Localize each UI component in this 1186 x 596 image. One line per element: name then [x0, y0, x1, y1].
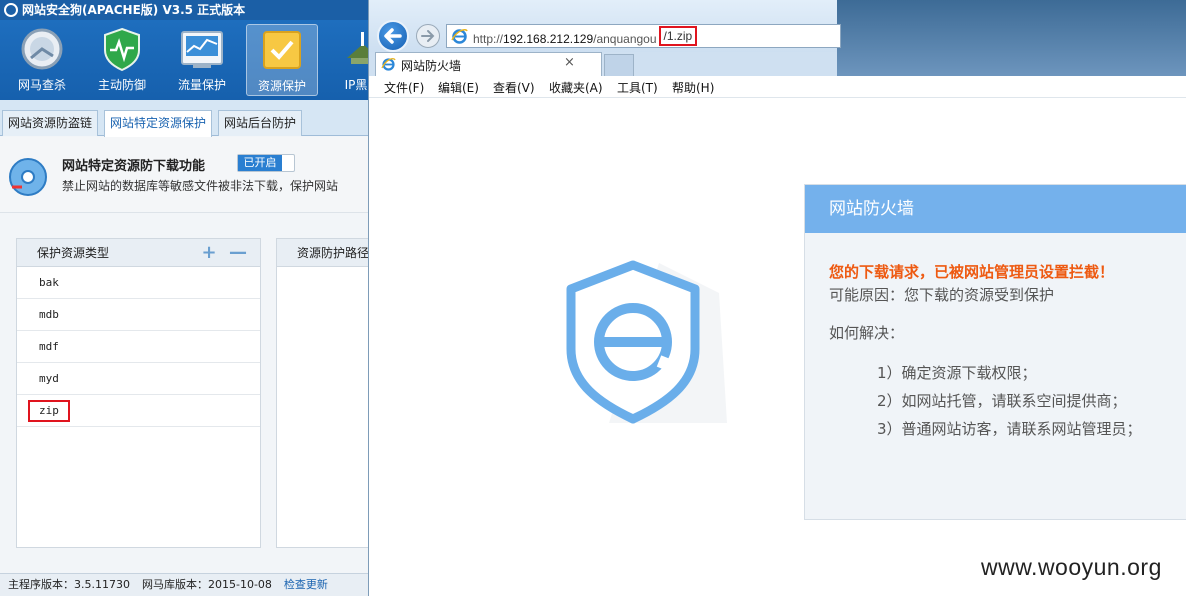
arrow-right-icon	[421, 30, 435, 42]
tab-admin-protection[interactable]: 网站后台防护	[218, 110, 303, 136]
toolbar-label: 流量保护	[177, 78, 226, 92]
browser-frame: http://192.168.212.129/anquangou/1.zip 网…	[369, 0, 1186, 76]
panel-title: 保护资源类型	[37, 246, 110, 260]
menu-favorites[interactable]: 收藏夹(A)	[549, 79, 603, 96]
firewall-shield-icon	[566, 260, 727, 424]
new-tab-button[interactable]	[604, 54, 634, 76]
url-path: /anquangou	[593, 32, 657, 46]
tab-title: 网站防火墙	[401, 59, 462, 73]
browser-window: http://192.168.212.129/anquangou/1.zip 网…	[368, 0, 1186, 596]
app-titlebar: 网站安全狗(APACHE版) V3.5 正式版本	[0, 0, 368, 20]
extension-label: myd	[39, 372, 59, 385]
traffic-chart-icon	[181, 31, 223, 68]
toolbar-label: 主动防御	[97, 78, 146, 92]
main-toolbar: 网马查杀 主动防御 流量保护 资源保护 IP黑	[0, 20, 368, 100]
arrow-left-icon	[384, 28, 402, 44]
resource-tabs: 网站资源防盗链 网站特定资源保护 网站后台防护	[0, 100, 368, 137]
toolbar-item-resource[interactable]: 资源保护	[246, 24, 318, 96]
feature-toggle[interactable]: 已开启	[237, 154, 295, 172]
close-icon[interactable]: ×	[564, 55, 575, 70]
extension-label: mdb	[39, 308, 59, 321]
menu-view[interactable]: 查看(V)	[493, 79, 535, 96]
browser-tab[interactable]: 网站防火墙 ×	[375, 52, 602, 76]
db-version: 网马库版本：2015-10-08	[141, 578, 272, 591]
status-bar: 主程序版本：3.5.11730 网马库版本：2015-10-08 检查更新	[0, 573, 368, 596]
url-file-highlight: /1.zip	[658, 26, 698, 46]
how-to-resolve: 如何解决：	[829, 324, 905, 342]
shield-icon	[104, 27, 140, 72]
block-alert: 您的下载请求，已被网站管理员设置拦截！	[829, 263, 1115, 281]
address-bar[interactable]: http://192.168.212.129/anquangou/1.zip	[446, 24, 841, 48]
tab-hotlink-protection[interactable]: 网站资源防盗链	[2, 110, 99, 136]
main-version: 主程序版本：3.5.11730	[8, 578, 130, 591]
url-text: http://192.168.212.129/anquangou/1.zip	[473, 26, 698, 49]
toolbar-label: 资源保护	[257, 79, 306, 93]
feature-title: 网站特定资源防下载功能	[62, 159, 206, 174]
menu-help[interactable]: 帮助(H)	[672, 79, 714, 96]
list-item[interactable]: myd	[17, 363, 260, 395]
menu-edit[interactable]: 编辑(E)	[438, 79, 479, 96]
tab-strip: 网站防火墙 ×	[369, 52, 1186, 76]
extension-label: mdf	[39, 340, 59, 353]
folder-icon	[263, 31, 301, 69]
forward-button[interactable]	[416, 24, 440, 48]
feature-header: 网站特定资源防下载功能 已开启 禁止网站的数据库等敏感文件被非法下载，保护网站	[0, 137, 368, 213]
extension-label: zip	[28, 400, 70, 422]
check-update-link[interactable]: 检查更新	[284, 578, 328, 591]
toolbar-label: 网马查杀	[17, 78, 66, 92]
toolbar-item-scan[interactable]: 网马查杀	[6, 24, 78, 96]
solution-step: 2）如网站托管，请联系空间提供商；	[877, 392, 1127, 410]
resource-path-panel: 资源防护路径	[276, 238, 368, 548]
page-content: 网站防火墙 您的下载请求，已被网站管理员设置拦截！ 可能原因：您下载的资源受到保…	[369, 98, 1186, 596]
solution-step: 3）普通网站访客，请联系网站管理员；	[877, 420, 1142, 438]
panel-header: 保护资源类型 + —	[17, 239, 260, 267]
scan-icon	[21, 28, 63, 70]
safedog-window: 网站安全狗(APACHE版) V3.5 正式版本 网马查杀 主动防御 流量保护 …	[0, 0, 368, 596]
menu-file[interactable]: 文件(F)	[384, 79, 424, 96]
solution-step: 1）确定资源下载权限；	[877, 364, 1037, 382]
toolbar-label: IP黑白	[344, 78, 368, 92]
toolbar-item-traffic[interactable]: 流量保护	[166, 24, 238, 96]
card-header: 网站防火墙	[805, 185, 1186, 233]
ip-icon	[347, 32, 368, 64]
url-prefix: http://	[473, 32, 504, 46]
add-icon[interactable]: +	[201, 244, 217, 262]
list-item[interactable]: mdf	[17, 331, 260, 363]
app-title: 网站安全狗(APACHE版) V3.5 正式版本	[22, 3, 246, 17]
feature-description: 禁止网站的数据库等敏感文件被非法下载，保护网站	[62, 179, 339, 193]
remove-icon[interactable]: —	[229, 244, 247, 262]
firewall-card: 网站防火墙 您的下载请求，已被网站管理员设置拦截！ 可能原因：您下载的资源受到保…	[804, 184, 1186, 520]
ie-logo-icon	[451, 28, 468, 44]
list-item-highlighted[interactable]: zip	[17, 395, 260, 427]
back-button[interactable]	[377, 20, 409, 52]
app-logo-icon	[4, 3, 18, 17]
menu-tools[interactable]: 工具(T)	[617, 79, 658, 96]
toolbar-item-defense[interactable]: 主动防御	[86, 24, 158, 96]
toolbar-item-ip[interactable]: IP黑白	[326, 24, 368, 96]
toggle-label: 已开启	[238, 155, 282, 171]
ie-logo-icon	[381, 58, 396, 71]
panel-header: 资源防护路径	[277, 239, 368, 267]
extension-label: bak	[39, 276, 59, 289]
list-item[interactable]: bak	[17, 267, 260, 299]
block-reason: 可能原因：您下载的资源受到保护	[829, 286, 1055, 304]
disk-icon	[9, 158, 47, 196]
watermark: www.wooyun.org	[981, 554, 1162, 580]
menu-bar: 文件(F) 编辑(E) 查看(V) 收藏夹(A) 工具(T) 帮助(H)	[369, 76, 1186, 98]
resource-type-panel: 保护资源类型 + — bak mdb mdf myd zip	[16, 238, 261, 548]
list-item[interactable]: mdb	[17, 299, 260, 331]
tab-specific-resource-protection[interactable]: 网站特定资源保护	[104, 110, 213, 137]
url-host: 192.168.212.129	[503, 32, 594, 46]
